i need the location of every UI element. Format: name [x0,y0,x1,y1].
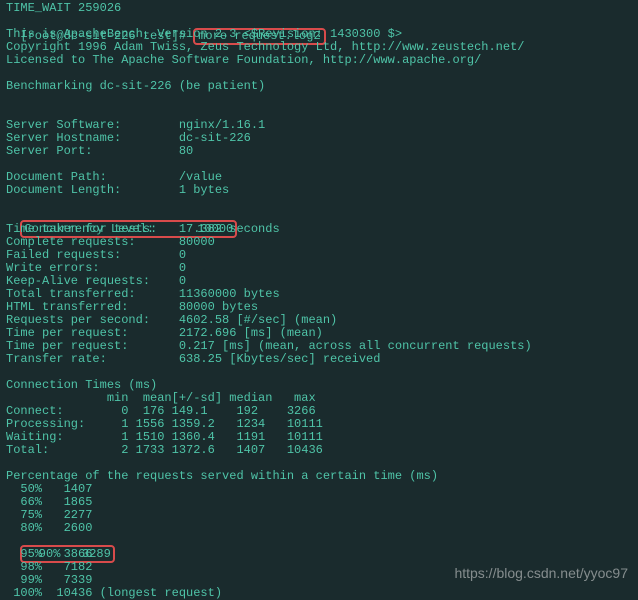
ct-total: Total: 2 1733 1372.6 1407 10436 [6,444,632,457]
server-port: Server Port: 80 [6,145,632,158]
benchmarking-line: Benchmarking dc-sit-226 (be patient) [6,80,632,93]
transfer-rate: Transfer rate: 638.25 [Kbytes/sec] recei… [6,353,632,366]
pct-66: 66% 1865 [6,496,632,509]
document-length: Document Length: 1 bytes [6,184,632,197]
pct-95: 95% 3866 [6,548,632,561]
ab-header-3: Licensed to The Apache Software Foundati… [6,54,632,67]
watermark: https://blog.csdn.net/yyoc97 [454,566,628,581]
pct-75: 75% 2277 [6,509,632,522]
partial-line-top: TIME_WAIT 259026 [6,2,632,15]
pct-90-row: 90% 3289 [6,535,632,548]
pct-80: 80% 2600 [6,522,632,535]
blank-line [6,197,632,210]
pct-100: 100% 10436 (longest request) [6,587,632,600]
blank-line [6,93,632,106]
pct-50: 50% 1407 [6,483,632,496]
percentage-title: Percentage of the requests served within… [6,470,632,483]
